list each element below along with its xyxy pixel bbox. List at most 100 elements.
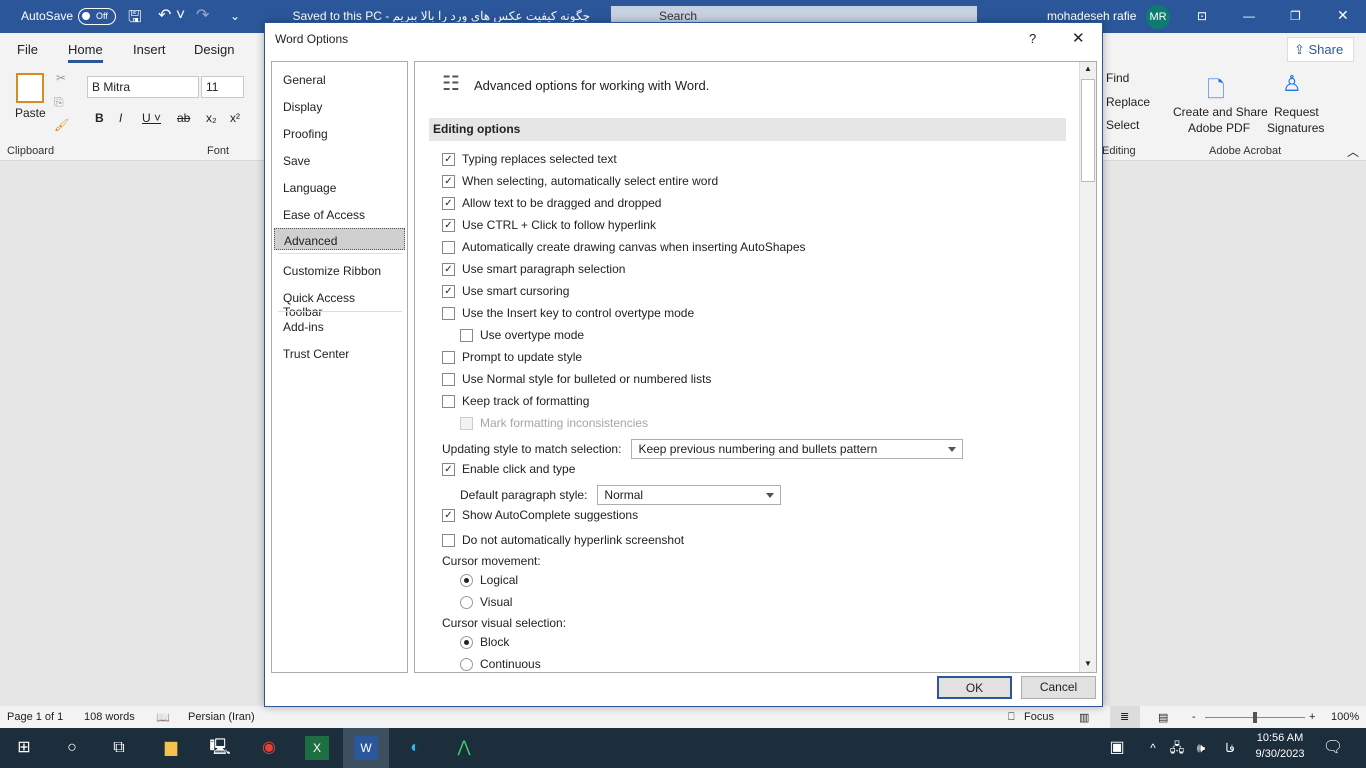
nav-item-save[interactable]: Save (274, 149, 405, 171)
notifications-icon[interactable]: 🗨 (1321, 736, 1345, 760)
scroll-up-icon[interactable]: ▲ (1084, 64, 1092, 73)
dialog-close-icon[interactable]: ✕ (1072, 29, 1085, 47)
option-checkbox-row[interactable]: Use overtype mode (460, 328, 584, 342)
option-checkbox-row[interactable]: ✓ Typing replaces selected text (442, 152, 617, 166)
tab-insert[interactable]: Insert (133, 42, 166, 57)
tray-chevron-icon[interactable]: ^ (1141, 736, 1165, 760)
nav-item-display[interactable]: Display (274, 95, 405, 117)
option-checkbox-row[interactable]: ✓ Use smart paragraph selection (442, 262, 625, 276)
checkbox[interactable]: ✓ (442, 152, 455, 166)
checkbox[interactable]: ✓ (442, 174, 455, 188)
bold-button[interactable]: B (95, 111, 104, 125)
option-checkbox-row[interactable]: ✓ Show AutoComplete suggestions (442, 508, 638, 522)
ribbon-display-icon[interactable]: ⊡ (1197, 9, 1207, 23)
superscript-button[interactable]: x² (230, 111, 240, 125)
app-icon[interactable]: ⋀ (452, 736, 476, 760)
page-count[interactable]: Page 1 of 1 (7, 711, 63, 723)
option-checkbox-row[interactable]: Use Normal style for bulleted or numbere… (442, 372, 711, 386)
cursor-visual-option[interactable]: Block (460, 635, 509, 649)
zoom-level[interactable]: 100% (1331, 711, 1359, 723)
create-pdf-label-2[interactable]: Adobe PDF (1188, 121, 1250, 135)
checkbox[interactable] (460, 416, 473, 430)
checkbox[interactable] (442, 372, 455, 386)
avatar[interactable]: MR (1146, 5, 1170, 29)
document-title[interactable]: چگونه کیفیت عکس های ورد را بالا ببریم - … (275, 9, 591, 23)
nav-item-general[interactable]: General (274, 68, 405, 90)
checkbox[interactable]: ✓ (442, 196, 455, 210)
checkbox[interactable] (442, 306, 455, 320)
autosave-toggle[interactable]: Off (78, 8, 116, 25)
scrollbar-thumb[interactable] (1081, 79, 1095, 182)
network-app-icon[interactable]: 🖳 (208, 736, 232, 760)
nav-item-language[interactable]: Language (274, 176, 405, 198)
minimize-icon[interactable]: — (1243, 9, 1255, 23)
underline-button[interactable]: U ˅ (142, 111, 161, 125)
redo-icon[interactable]: ↷ (196, 5, 209, 25)
network-icon[interactable]: 🖧 (1165, 736, 1189, 760)
select-button[interactable]: Select (1106, 118, 1139, 132)
cursor-movement-option[interactable]: Visual (460, 595, 512, 609)
customize-qat-icon[interactable]: ⌄ (230, 9, 240, 23)
volume-icon[interactable]: 🕪 (1189, 736, 1213, 760)
replace-button[interactable]: Replace (1106, 95, 1150, 109)
strikethrough-button[interactable]: ab (177, 111, 190, 125)
close-icon[interactable]: ✕ (1337, 7, 1349, 24)
copy-icon[interactable]: ⎘ (54, 95, 64, 110)
option-checkbox-row[interactable]: Keep track of formatting (442, 394, 589, 408)
input-language[interactable]: فا (1218, 736, 1242, 760)
help-button[interactable]: ? (1029, 31, 1036, 46)
chrome-icon[interactable]: ◉ (257, 736, 281, 760)
word-count[interactable]: 108 words (84, 711, 135, 723)
italic-button[interactable]: I (119, 111, 122, 125)
zoom-in-button[interactable]: + (1309, 711, 1315, 723)
option-checkbox-row[interactable]: Do not automatically hyperlink screensho… (442, 533, 684, 547)
subscript-button[interactable]: x₂ (206, 111, 217, 125)
tab-design[interactable]: Design (194, 42, 234, 57)
checkbox[interactable]: ✓ (442, 262, 455, 276)
word-taskbar-active[interactable]: W (343, 728, 389, 768)
file-explorer-icon[interactable]: ▆ (159, 736, 183, 760)
checkbox[interactable]: ✓ (442, 508, 455, 522)
option-checkbox-row[interactable]: ✓ Use smart cursoring (442, 284, 569, 298)
nav-item-quick-access-toolbar[interactable]: Quick Access Toolbar (274, 286, 405, 319)
share-button[interactable]: ⇪ Share (1287, 37, 1354, 62)
option-checkbox-row[interactable]: ✓ Enable click and type (442, 462, 575, 476)
cortana-icon[interactable]: ○ (60, 736, 84, 760)
clock[interactable]: 10:56 AM 9/30/2023 (1250, 732, 1310, 760)
font-name-combo[interactable]: B Mitra (87, 76, 199, 98)
read-mode-icon[interactable]: ▥ (1079, 711, 1089, 724)
nav-item-proofing[interactable]: Proofing (274, 122, 405, 144)
paste-icon[interactable] (16, 73, 44, 103)
tab-home[interactable]: Home (68, 42, 103, 63)
request-signatures-icon[interactable]: ♙ (1282, 71, 1302, 97)
scroll-down-icon[interactable]: ▼ (1084, 659, 1092, 668)
save-icon[interactable]: 🖫 (128, 6, 142, 33)
paste-button[interactable]: Paste (15, 106, 46, 120)
nav-item-trust-center[interactable]: Trust Center (274, 342, 405, 364)
checkbox[interactable]: ✓ (442, 462, 455, 476)
language-status[interactable]: Persian (Iran) (188, 711, 255, 723)
option-checkbox-row[interactable]: ✓ Use CTRL + Click to follow hyperlink (442, 218, 656, 232)
focus-icon[interactable]: ⎕ (1008, 711, 1015, 724)
option-checkbox-row[interactable]: ✓ Allow text to be dragged and dropped (442, 196, 661, 210)
ok-button[interactable]: OK (937, 676, 1012, 699)
format-painter-icon[interactable]: 🖌 (54, 118, 69, 132)
cancel-button[interactable]: Cancel (1021, 676, 1096, 699)
checkbox[interactable] (442, 240, 455, 254)
start-icon[interactable]: ⊞ (12, 736, 36, 760)
checkbox[interactable] (442, 394, 455, 408)
option-checkbox-row[interactable]: Mark formatting inconsistencies (460, 416, 648, 430)
checkbox[interactable] (460, 328, 473, 342)
undo-icon[interactable]: ↶ ˅ (158, 5, 185, 25)
find-button[interactable]: Find (1106, 71, 1129, 85)
cursor-visual-option[interactable]: Continuous (460, 657, 541, 671)
edge-icon[interactable]: ◐ (403, 736, 427, 760)
radio[interactable] (460, 635, 473, 649)
request-label-2[interactable]: Signatures (1267, 121, 1324, 135)
nav-item-customize-ribbon[interactable]: Customize Ribbon (274, 259, 405, 281)
cursor-movement-option[interactable]: Logical (460, 573, 518, 587)
collapse-ribbon-icon[interactable]: ︿ (1347, 143, 1359, 160)
option-checkbox-row[interactable]: Prompt to update style (442, 350, 582, 364)
radio[interactable] (460, 573, 473, 587)
zoom-slider-thumb[interactable] (1253, 712, 1257, 723)
